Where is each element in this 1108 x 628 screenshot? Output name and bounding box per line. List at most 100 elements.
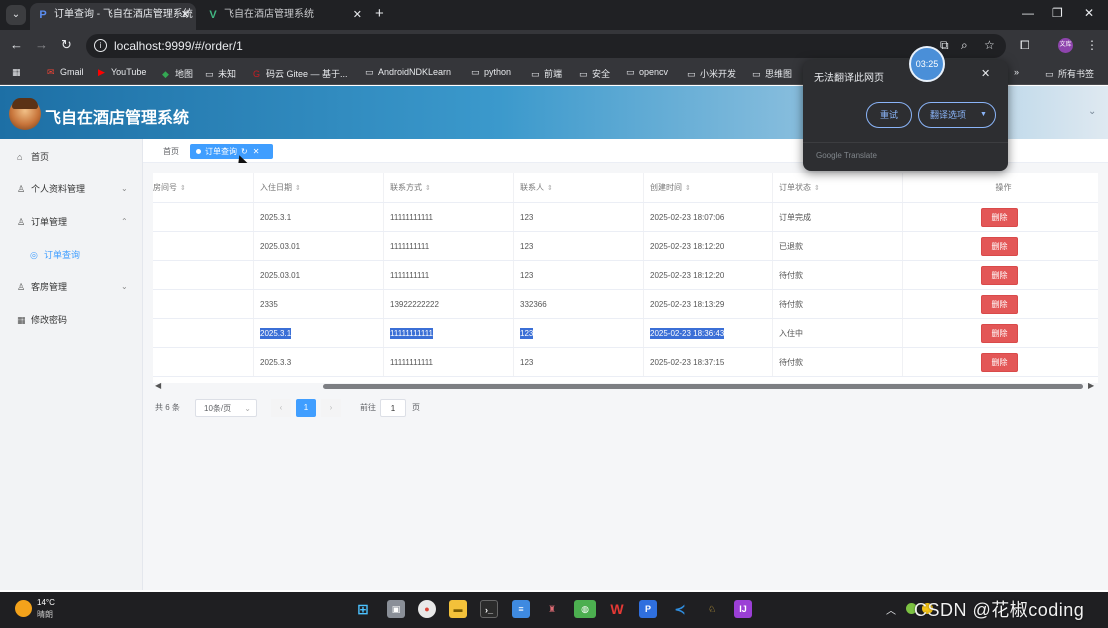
wps-icon[interactable]: W (608, 600, 626, 618)
notes-icon[interactable]: ≡ (512, 600, 530, 618)
bookmark-folder[interactable]: ▭ 安全 (579, 67, 610, 80)
back-icon[interactable]: ← (10, 38, 23, 52)
bookmark-folder[interactable]: ▭ python (471, 67, 511, 78)
bookmark-folder[interactable]: ▭ 小米开发 (687, 67, 736, 80)
next-page-button[interactable]: › (321, 399, 341, 417)
close-icon[interactable]: ✕ (181, 3, 190, 27)
password-icon: ▦ (17, 315, 26, 325)
bookmark-folder[interactable]: ▭ opencv (626, 67, 668, 78)
sidebar-item-orders[interactable]: ♙ 订单管理 ⌃ (0, 211, 143, 233)
sidebar-item-profile[interactable]: ♙ 个人资料管理 ⌄ (0, 178, 143, 200)
column-header-phone[interactable]: 联系方式 ⇕ (384, 173, 514, 202)
sort-icon[interactable]: ⇕ (547, 185, 553, 192)
bookmark-folder[interactable]: ▭ 思维图 (752, 67, 792, 80)
app-icon[interactable]: ♘ (703, 600, 721, 618)
retry-button[interactable]: 重试 (866, 102, 912, 128)
delete-button[interactable]: 删除 (981, 295, 1018, 314)
sort-icon[interactable]: ⇕ (180, 185, 186, 192)
scroll-left-icon[interactable]: ◀ (155, 381, 161, 390)
delete-button[interactable]: 删除 (981, 208, 1018, 227)
new-tab-button[interactable]: + (375, 5, 384, 23)
tag-order-query[interactable]: 订单查询 ↻ ✕ (190, 144, 273, 159)
minimize-icon[interactable]: — (1022, 6, 1034, 20)
weather-temp[interactable]: 14°C (37, 598, 55, 607)
column-header-created[interactable]: 创建时间 ⇕ (644, 173, 773, 202)
sidebar-item-rooms[interactable]: ♙ 客房管理 ⌄ (0, 276, 143, 298)
delete-button[interactable]: 删除 (981, 324, 1018, 343)
weather-desc[interactable]: 晴朗 (37, 609, 53, 620)
sort-icon[interactable]: ⇕ (814, 185, 820, 192)
column-header-checkin[interactable]: 入住日期 ⇕ (254, 173, 384, 202)
column-header-room[interactable]: 房间号 ⇕ (153, 173, 254, 202)
cell-phone: 1111111111 (384, 232, 514, 260)
maps-icon: ◆ (162, 69, 169, 79)
scrollbar-thumb[interactable] (323, 384, 1083, 389)
address-bar[interactable]: i localhost:9999/#/order/1 (86, 34, 1006, 58)
chevron-down-icon[interactable]: ⌄ (1088, 106, 1096, 117)
browser-tab-active[interactable]: P 订单查询 - 飞自在酒店管理系统 ✕ (30, 3, 196, 30)
site-info-icon[interactable]: i (94, 39, 107, 52)
page-size-select[interactable]: 10条/页 ⌄ (195, 399, 257, 417)
bookmark-folder[interactable]: ▭ AndroidNDKLearn (365, 67, 451, 78)
cell-created: 2025-02-23 18:07:06 (644, 203, 773, 231)
horizontal-scrollbar[interactable]: ◀ ▶ (153, 381, 1098, 391)
delete-button[interactable]: 删除 (981, 266, 1018, 285)
bookmark-gmail[interactable]: ✉ Gmail (47, 67, 84, 78)
apps-grid-icon[interactable]: ▦ (12, 67, 21, 78)
extensions-icon[interactable]: ⧠ (1020, 38, 1030, 52)
pycharm-icon[interactable]: P (639, 600, 657, 618)
bookmark-folder[interactable]: ▭ 前端 (531, 67, 562, 80)
close-icon[interactable]: ✕ (981, 67, 990, 80)
weather-icon[interactable] (15, 600, 32, 617)
column-header-status[interactable]: 订单状态 ⇕ (773, 173, 903, 202)
window-close-icon[interactable]: ✕ (1084, 6, 1094, 20)
tab-search-icon[interactable]: ⌄ (6, 5, 26, 25)
more-menu-icon[interactable]: ⋮ (1086, 38, 1098, 52)
zoom-icon[interactable]: ⌕ (961, 38, 968, 52)
goto-page-input[interactable]: 1 (380, 399, 406, 417)
bookmarks-overflow-icon[interactable]: » (1014, 67, 1019, 77)
delete-button[interactable]: 删除 (981, 353, 1018, 372)
translate-options-button[interactable]: 翻译选项 ▼ (918, 102, 996, 128)
sort-icon[interactable]: ⇕ (295, 185, 301, 192)
app-icon[interactable]: ♜ (543, 600, 561, 618)
sidebar-item-home[interactable]: ⌂ 首页 (0, 146, 143, 168)
cell-contact: 123 (514, 348, 644, 376)
prev-page-button[interactable]: ‹ (271, 399, 291, 417)
tag-home[interactable]: 首页 (157, 144, 185, 159)
sort-icon[interactable]: ⇕ (425, 185, 431, 192)
delete-button[interactable]: 删除 (981, 237, 1018, 256)
start-icon[interactable]: ⊞ (354, 600, 372, 618)
vscode-icon[interactable]: ≺ (671, 600, 689, 618)
profile-avatar[interactable]: 文库 (1058, 38, 1073, 53)
terminal-icon[interactable]: ›_ (480, 600, 498, 618)
file-explorer-icon[interactable]: ▬ (449, 600, 467, 618)
forward-icon[interactable]: → (35, 38, 48, 52)
column-header-contact[interactable]: 联系人 ⇕ (514, 173, 644, 202)
task-view-icon[interactable]: ▣ (387, 600, 405, 618)
sidebar-item-order-query[interactable]: ◎ 订单查询 (0, 244, 143, 266)
url-text[interactable]: localhost:9999/#/order/1 (114, 39, 243, 53)
wechat-icon[interactable]: ◍ (574, 600, 596, 618)
browser-tab[interactable]: V 飞自在酒店管理系统 ✕ (200, 3, 368, 30)
close-icon[interactable]: ✕ (253, 147, 260, 156)
page-number-current[interactable]: 1 (296, 399, 316, 417)
reload-icon[interactable]: ↻ (61, 38, 72, 52)
bookmark-gitee[interactable]: G 码云 Gitee — 基于... (253, 67, 348, 80)
recording-timer[interactable]: 03:25 (909, 46, 945, 82)
tray-chevron-icon[interactable]: ︿ (886, 602, 896, 617)
close-icon[interactable]: ✕ (353, 3, 362, 27)
bookmark-all[interactable]: ▭ 所有书签 (1045, 67, 1094, 80)
sort-icon[interactable]: ⇕ (685, 185, 691, 192)
bookmark-folder[interactable]: ▭ 未知 (205, 67, 236, 80)
folder-icon: ▭ (626, 67, 635, 77)
bookmark-maps[interactable]: ◆ 地图 (162, 67, 193, 80)
bookmark-youtube[interactable]: ▶ YouTube (98, 67, 146, 78)
scroll-right-icon[interactable]: ▶ (1088, 381, 1094, 390)
sidebar-item-password[interactable]: ▦ 修改密码 (0, 309, 143, 331)
idea-icon[interactable]: IJ (734, 600, 752, 618)
chrome-icon[interactable]: ● (418, 600, 436, 618)
translate-icon[interactable]: ⧉ (940, 38, 949, 52)
restore-icon[interactable]: ❐ (1052, 6, 1063, 20)
bookmark-star-icon[interactable]: ☆ (984, 38, 995, 52)
